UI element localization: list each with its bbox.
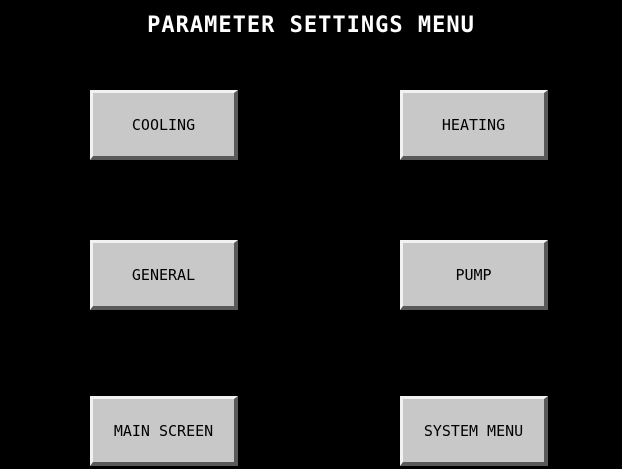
heating-button[interactable]: HEATING [400,90,548,160]
page-title: PARAMETER SETTINGS MENU [147,13,475,38]
cooling-button[interactable]: COOLING [90,90,238,160]
system-menu-button[interactable]: SYSTEM MENU [400,396,548,466]
pump-button[interactable]: PUMP [400,240,548,310]
general-button[interactable]: GENERAL [90,240,238,310]
main-screen-button[interactable]: MAIN SCREEN [90,396,238,466]
parameter-settings-screen: PARAMETER SETTINGS MENU COOLING HEATING … [0,0,622,469]
